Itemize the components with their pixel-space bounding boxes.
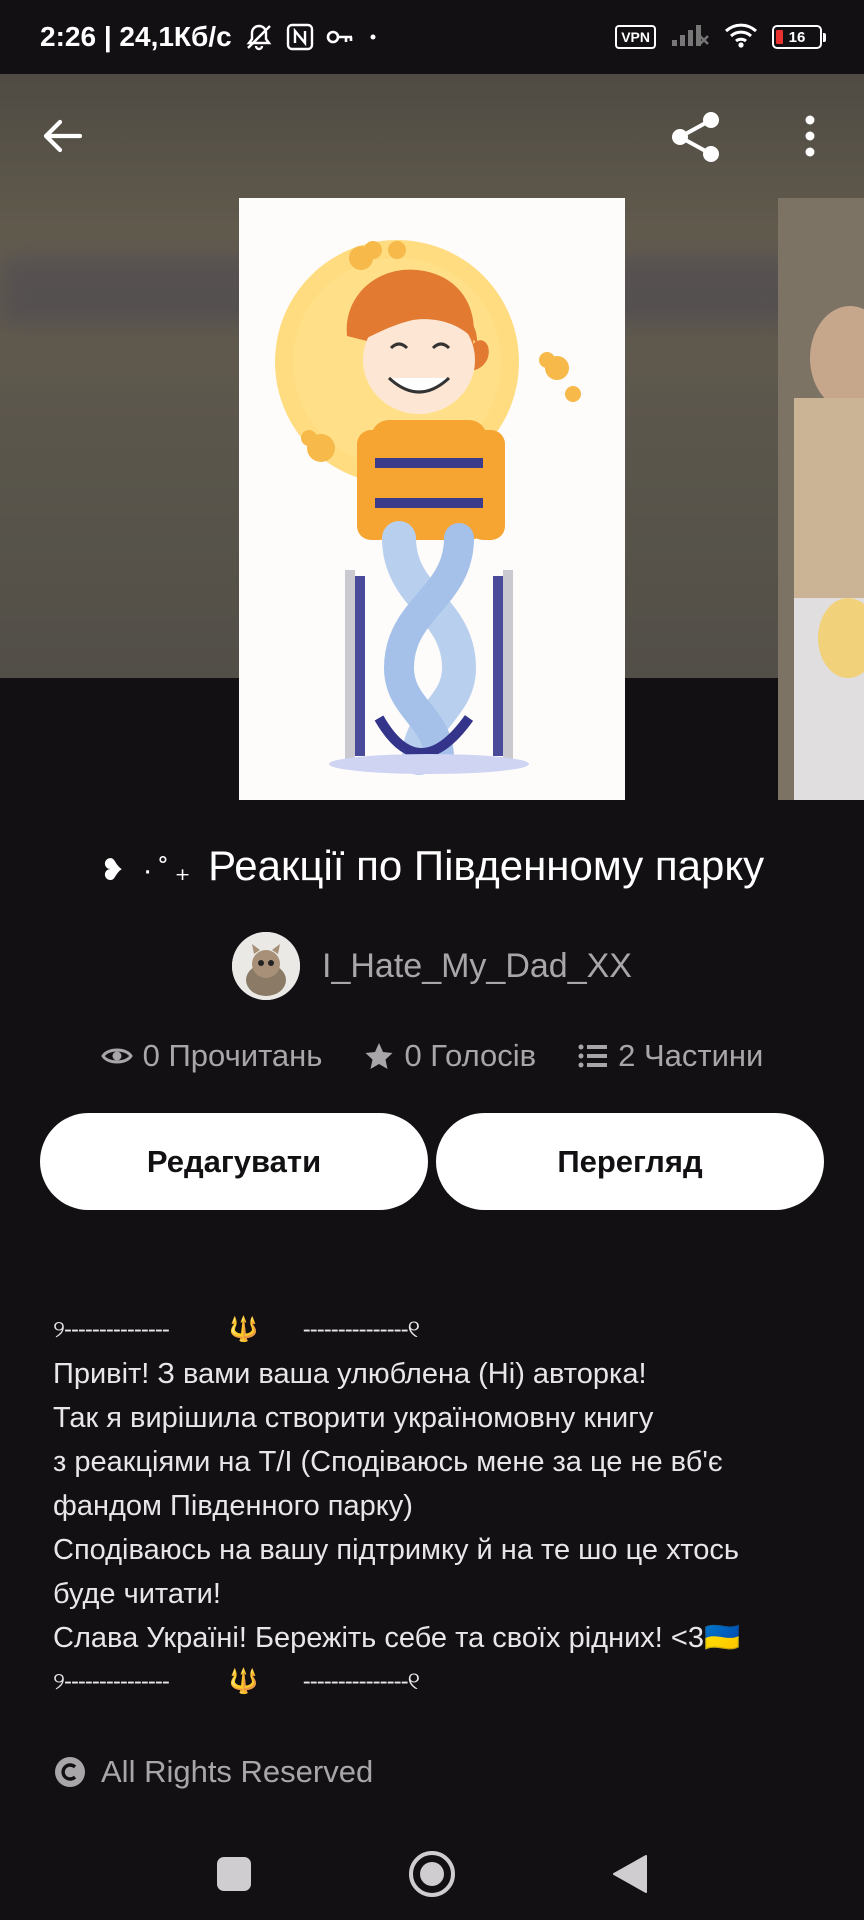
description-line-last: Слава Україні! Бережіть себе та своїх рі…	[53, 1616, 833, 1660]
home-circle-icon	[409, 1851, 455, 1897]
rights-text: All Rights Reserved	[101, 1754, 374, 1789]
divider-right: ---------------୧	[302, 1668, 420, 1695]
signal-icon	[670, 22, 710, 53]
story-title-text: Реакції по Південному парку	[208, 842, 765, 889]
key-icon	[326, 27, 354, 47]
avatar[interactable]	[232, 932, 301, 1000]
recents-button[interactable]	[204, 1844, 264, 1904]
description-line: Так я вирішила створити україномовну кни…	[53, 1402, 654, 1434]
eye-icon	[100, 1048, 133, 1064]
parts-count: 2 Частини	[618, 1038, 764, 1073]
description-line: Слава Україні! Бережіть себе та своїх рі…	[53, 1622, 704, 1654]
list-icon	[578, 1044, 608, 1068]
divider-right: ---------------୧	[302, 1316, 420, 1343]
triangle-back-icon	[613, 1855, 647, 1893]
battery-percent: 16	[788, 28, 806, 46]
dot-icon	[366, 30, 380, 44]
description-divider-bottom: ୨--------------- 🔱 ---------------୧	[53, 1660, 833, 1704]
reads-count: 0 Прочитань	[142, 1038, 323, 1073]
share-icon	[672, 112, 719, 162]
status-time-speed: 2:26 | 24,1Кб/с	[40, 21, 232, 52]
top-action-bar	[0, 100, 864, 170]
wifi-icon	[724, 21, 758, 54]
battery-level-fill	[776, 30, 783, 44]
votes-count: 0 Голосів	[404, 1038, 537, 1073]
battery-indicator: 16	[772, 25, 826, 49]
description-divider-top: ୨--------------- 🔱 ---------------୧	[53, 1308, 833, 1352]
description-line: буде читати!	[53, 1578, 221, 1610]
trident-icon: 🔱	[228, 1668, 259, 1695]
next-part-cover-image[interactable]	[778, 198, 864, 800]
mute-bell-icon	[244, 22, 274, 52]
edit-button[interactable]: Редагувати	[40, 1113, 428, 1210]
ukraine-flag-icon: 🇺🇦	[703, 1622, 741, 1654]
description-line: фандом Південного парку)	[53, 1490, 413, 1522]
back-nav-button[interactable]	[600, 1844, 660, 1904]
votes-stat: 0 Голосів	[364, 1038, 536, 1074]
view-button[interactable]: Перегляд	[436, 1113, 824, 1210]
parts-stat: 2 Частини	[578, 1038, 763, 1074]
nfc-icon	[286, 23, 314, 51]
square-icon	[217, 1857, 251, 1891]
copyright-row: All Rights Reserved	[53, 1754, 373, 1790]
system-nav-bar	[0, 1830, 864, 1920]
status-bar: 2:26 | 24,1Кб/с VPN 16	[0, 0, 864, 74]
reads-stat: 0 Прочитань	[100, 1038, 323, 1074]
story-title: ❥ ·˚₊ Реакції по Південному парку	[0, 842, 864, 890]
home-button[interactable]	[402, 1844, 462, 1904]
author-row[interactable]: I_Hate_My_Dad_XX	[0, 932, 864, 1000]
story-stats: 0 Прочитань 0 Голосів 2 Частини	[0, 1038, 864, 1074]
description-line: Сподіваюсь на вашу підтримку й на те шо …	[53, 1534, 739, 1566]
title-ornament: ❥	[99, 854, 131, 887]
divider-left: ୨---------------	[53, 1668, 170, 1695]
story-description: ୨--------------- 🔱 ---------------୧ Прив…	[53, 1308, 833, 1704]
back-button[interactable]	[38, 114, 88, 158]
vpn-badge: VPN	[615, 25, 656, 49]
trident-icon: 🔱	[228, 1316, 259, 1343]
more-options-button[interactable]	[796, 114, 824, 158]
description-line: з реакціями на Т/І (Сподіваюсь мене за ц…	[53, 1446, 723, 1478]
divider-left: ୨---------------	[53, 1316, 170, 1343]
share-button[interactable]	[668, 110, 724, 164]
star-icon	[365, 1043, 393, 1069]
description-line: Привіт! З вами ваша улюблена (Ні) авторк…	[53, 1358, 647, 1390]
arrow-left-icon	[43, 119, 83, 153]
author-name[interactable]: I_Hate_My_Dad_XX	[322, 947, 632, 986]
copyright-icon	[55, 1757, 85, 1787]
title-prefix: ·˚₊	[142, 854, 197, 887]
more-vertical-icon	[805, 115, 815, 157]
story-cover-image[interactable]	[239, 198, 625, 800]
